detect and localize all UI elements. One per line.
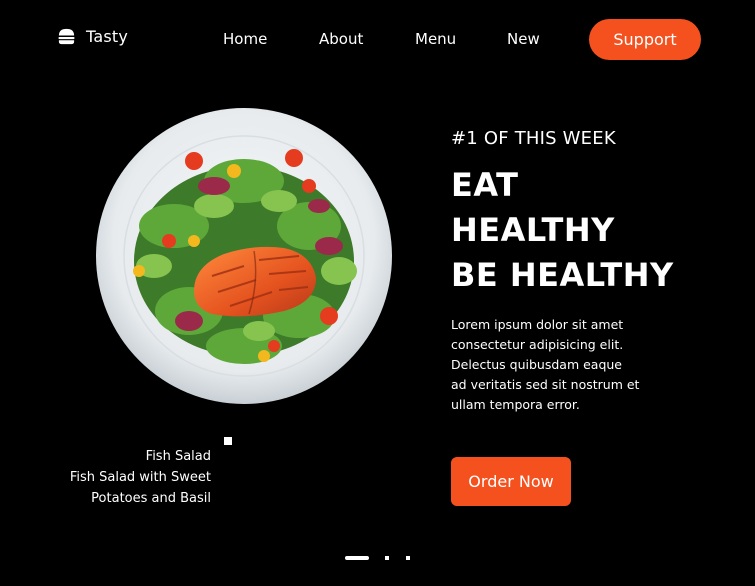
dish-subtitle: Fish Salad with Sweet Potatoes and Basil [69,470,211,506]
brand-name: Tasty [86,27,129,46]
burger-icon [58,28,75,45]
nav-home-link[interactable]: Home [223,30,267,48]
dish-caption: Fish Salad Fish Salad with Sweet Potatoe… [51,446,211,509]
headline-line: BE HEALTHY [451,256,674,294]
support-button[interactable]: Support [589,19,701,60]
hero-kicker: #1 OF THIS WEEK [451,128,616,149]
headline-line: HEALTHY [451,211,615,249]
hero-headline: EAT HEALTHY BE HEALTHY [451,163,674,298]
nav-about-link[interactable]: About [319,30,363,48]
hero-description: Lorem ipsum dolor sit amet consectetur a… [451,317,640,412]
nav-menu-link[interactable]: Menu [415,30,456,48]
brand-logo[interactable]: Tasty [57,27,128,46]
headline-line: EAT [451,166,519,204]
order-now-button[interactable]: Order Now [451,457,571,506]
dish-title: Fish Salad [145,449,211,464]
slider-indicator[interactable] [406,556,410,560]
nav-new-link[interactable]: New [507,30,540,48]
slider-indicator[interactable] [385,556,389,560]
fish-salad-plate-illustration [96,108,392,404]
slider-indicator-active[interactable] [345,556,369,560]
caption-indicator-dot [224,437,232,445]
dish-image [94,106,394,406]
